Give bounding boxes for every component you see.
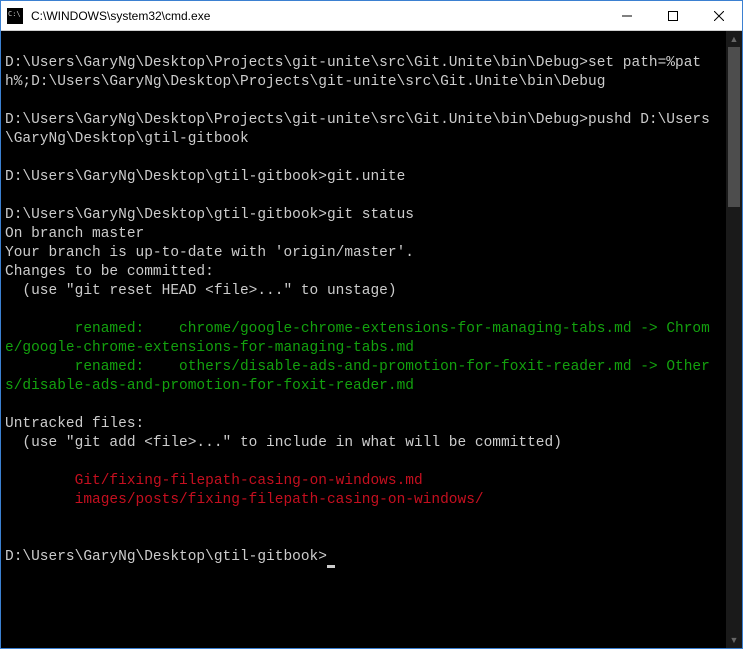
console-line: D:\Users\GaryNg\Desktop\gtil-gitbook>git… xyxy=(5,207,414,223)
console-line: Untracked files: xyxy=(5,416,144,432)
console-line: images/posts/fixing-filepath-casing-on-w… xyxy=(5,492,484,508)
text-cursor xyxy=(327,565,335,568)
console-line: (use "git add <file>..." to include in w… xyxy=(5,435,562,451)
console-output[interactable]: D:\Users\GaryNg\Desktop\Projects\git-uni… xyxy=(1,31,726,648)
scrollbar-track[interactable] xyxy=(726,47,742,632)
scrollbar[interactable]: ▲ ▼ xyxy=(726,31,742,648)
console-line: Changes to be committed: xyxy=(5,264,214,280)
close-button[interactable] xyxy=(696,1,742,30)
scroll-up-arrow-icon[interactable]: ▲ xyxy=(726,31,742,47)
scrollbar-thumb[interactable] xyxy=(728,47,740,207)
titlebar[interactable]: C:\WINDOWS\system32\cmd.exe xyxy=(1,1,742,31)
minimize-button[interactable] xyxy=(604,1,650,30)
console-line: D:\Users\GaryNg\Desktop\Projects\git-uni… xyxy=(5,112,710,147)
scroll-down-arrow-icon[interactable]: ▼ xyxy=(726,632,742,648)
console-line: renamed: chrome/google-chrome-extensions… xyxy=(5,321,710,356)
console-line: (use "git reset HEAD <file>..." to unsta… xyxy=(5,283,397,299)
console-area: D:\Users\GaryNg\Desktop\Projects\git-uni… xyxy=(1,31,742,648)
console-line: D:\Users\GaryNg\Desktop\gtil-gitbook>git… xyxy=(5,169,405,185)
console-line: renamed: others/disable-ads-and-promotio… xyxy=(5,359,710,394)
maximize-button[interactable] xyxy=(650,1,696,30)
console-line: D:\Users\GaryNg\Desktop\Projects\git-uni… xyxy=(5,55,701,90)
cmd-icon xyxy=(7,8,23,24)
console-line: Git/fixing-filepath-casing-on-windows.md xyxy=(5,473,423,489)
console-line: On branch master xyxy=(5,226,144,242)
console-line: D:\Users\GaryNg\Desktop\gtil-gitbook> xyxy=(5,549,327,565)
window-controls xyxy=(604,1,742,30)
console-line: Your branch is up-to-date with 'origin/m… xyxy=(5,245,414,261)
window-title: C:\WINDOWS\system32\cmd.exe xyxy=(29,9,604,23)
